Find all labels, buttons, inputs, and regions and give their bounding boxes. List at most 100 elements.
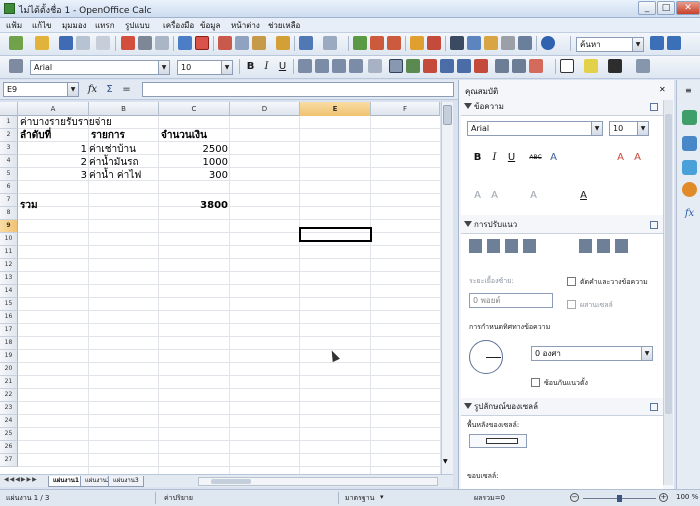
menu-window[interactable]: หน้าต่าง xyxy=(231,19,260,32)
cell-a1[interactable]: ค่าบางรายรับรายจ่าย xyxy=(20,117,112,129)
menu-file[interactable]: แฟ้ม xyxy=(6,19,22,32)
row-header[interactable]: 7 xyxy=(0,194,18,207)
cell-background-picker[interactable] xyxy=(469,434,527,448)
grow-font-icon[interactable]: A xyxy=(613,151,628,165)
toggle-sidebar-icon[interactable] xyxy=(636,59,650,73)
add-decimal-icon[interactable] xyxy=(457,59,471,73)
row-header[interactable]: 26 xyxy=(0,441,18,454)
more-options-icon[interactable] xyxy=(650,103,658,111)
name-box[interactable]: E9 ▼ xyxy=(3,82,79,97)
paste-icon[interactable] xyxy=(252,36,266,50)
cell-c2[interactable]: จำนวนเงิน xyxy=(161,130,207,142)
horizontal-scrollbar[interactable] xyxy=(198,477,438,486)
increase-indent-icon[interactable] xyxy=(512,59,526,73)
row-header[interactable]: 5 xyxy=(0,168,18,181)
data-sources-icon[interactable] xyxy=(501,36,515,50)
navigator-icon[interactable] xyxy=(467,36,481,50)
wrap-text-checkbox[interactable] xyxy=(567,277,576,286)
gallery-icon[interactable] xyxy=(484,36,498,50)
row-header[interactable]: 16 xyxy=(0,311,18,324)
print-preview-icon[interactable] xyxy=(155,36,169,50)
find-combo[interactable]: ค้นหา ▼ xyxy=(576,37,644,52)
find-previous-icon[interactable] xyxy=(667,36,681,50)
row-header[interactable]: 10 xyxy=(0,233,18,246)
menu-edit[interactable]: แก้ไข xyxy=(32,19,52,32)
edit-file-icon[interactable] xyxy=(96,36,110,50)
more-options-icon[interactable] xyxy=(650,221,658,229)
new-document-icon[interactable] xyxy=(9,36,23,50)
row-header[interactable]: 20 xyxy=(0,363,18,376)
page-style[interactable]: ค่าปริยาย xyxy=(164,493,193,504)
open-folder-icon[interactable] xyxy=(35,36,49,50)
row-header[interactable]: 4 xyxy=(0,155,18,168)
row-header[interactable]: 21 xyxy=(0,376,18,389)
wrap-text-icon[interactable] xyxy=(389,59,403,73)
cell-a4[interactable]: 2 xyxy=(20,157,87,169)
menu-view[interactable]: มุมมอง xyxy=(62,19,87,32)
cell-appearance-section-header[interactable]: รูปลักษณ์ของเซลล์ xyxy=(461,400,661,414)
sidebar-bold-icon[interactable]: B xyxy=(470,151,485,165)
sum-icon[interactable]: Σ xyxy=(102,82,117,97)
scroll-down-icon[interactable]: ▼ xyxy=(443,458,448,465)
row-header[interactable]: 19 xyxy=(0,350,18,363)
minimize-button[interactable]: _ xyxy=(638,1,656,15)
row-header[interactable]: 2 xyxy=(0,129,18,142)
properties-deck-icon[interactable] xyxy=(682,110,697,125)
row-header[interactable]: 6 xyxy=(0,181,18,194)
more-options-icon[interactable] xyxy=(650,403,658,411)
sidebar-underline-icon[interactable]: U xyxy=(504,151,519,165)
deck-menu-icon[interactable]: ≡ xyxy=(685,86,692,95)
save-icon[interactable] xyxy=(59,36,73,50)
indent-spinner[interactable]: 0 พอยต์ xyxy=(469,293,553,308)
font-size-combo[interactable]: 10 ▼ xyxy=(177,60,233,75)
chevron-down-icon[interactable]: ▼ xyxy=(221,61,232,74)
cell-a3[interactable]: 1 xyxy=(20,144,87,156)
find-replace-icon[interactable] xyxy=(450,36,464,50)
delete-comment-icon[interactable] xyxy=(529,59,543,73)
italic-icon[interactable]: I xyxy=(259,59,274,74)
cell-c5[interactable]: 300 xyxy=(160,170,228,182)
row-header[interactable]: 24 xyxy=(0,415,18,428)
styles-icon[interactable] xyxy=(9,59,23,73)
orientation-dial[interactable] xyxy=(469,340,503,374)
cell-cursor-e9[interactable] xyxy=(299,227,372,242)
row-header[interactable]: 14 xyxy=(0,285,18,298)
gallery-deck-icon[interactable] xyxy=(682,160,697,175)
spreadsheet-grid[interactable]: A B C D E F 1 2 3 4 5 6 7 8 9 10 11 12 13 14 15 16 17 18 1… xyxy=(0,102,440,474)
row-header[interactable]: 23 xyxy=(0,402,18,415)
column-header-a[interactable]: A xyxy=(18,102,89,116)
text-section-header[interactable]: ข้อความ xyxy=(461,100,661,114)
scroll-thumb[interactable] xyxy=(443,105,452,125)
row-header[interactable]: 8 xyxy=(0,207,18,220)
font-name-combo[interactable]: Arial ▼ xyxy=(30,60,170,75)
shrink-font-icon[interactable]: A xyxy=(630,151,645,165)
cell-b3[interactable]: ค่าเช่าบ้าน xyxy=(89,144,136,156)
shadow-icon[interactable]: A xyxy=(546,151,561,165)
row-header[interactable]: 15 xyxy=(0,298,18,311)
merge-cells-icon[interactable] xyxy=(368,59,382,73)
email-icon[interactable] xyxy=(76,36,90,50)
export-pdf-icon[interactable] xyxy=(121,36,135,50)
row-header[interactable]: 22 xyxy=(0,389,18,402)
delete-decimal-icon[interactable] xyxy=(474,59,488,73)
align-right-icon[interactable] xyxy=(332,59,346,73)
help-icon[interactable] xyxy=(541,36,555,50)
maximize-button[interactable]: □ xyxy=(657,1,675,15)
mode-dropdown-icon[interactable]: ▾ xyxy=(380,493,384,501)
underline-icon[interactable]: U xyxy=(275,59,290,74)
vertical-align-icons[interactable] xyxy=(579,239,629,253)
column-header-f[interactable]: F xyxy=(371,102,440,116)
tab-navigation-icon[interactable]: ◀◀◀▶▶▶ xyxy=(4,476,38,483)
menu-tools[interactable]: เครื่องมือ xyxy=(163,19,194,32)
bold-icon[interactable]: B xyxy=(243,59,258,74)
row-header[interactable]: 3 xyxy=(0,142,18,155)
cell-c4[interactable]: 1000 xyxy=(160,157,228,169)
functions-deck-icon[interactable]: fx xyxy=(682,206,697,221)
row-header[interactable]: 18 xyxy=(0,337,18,350)
column-header-e[interactable]: E xyxy=(300,102,371,116)
general-format-icon[interactable] xyxy=(440,59,454,73)
sidebar-font-color-icon[interactable]: A xyxy=(576,189,591,203)
cell-c7[interactable]: 3800 xyxy=(160,200,228,212)
chevron-down-icon[interactable]: ▼ xyxy=(641,347,652,360)
currency-format-icon[interactable] xyxy=(406,59,420,73)
